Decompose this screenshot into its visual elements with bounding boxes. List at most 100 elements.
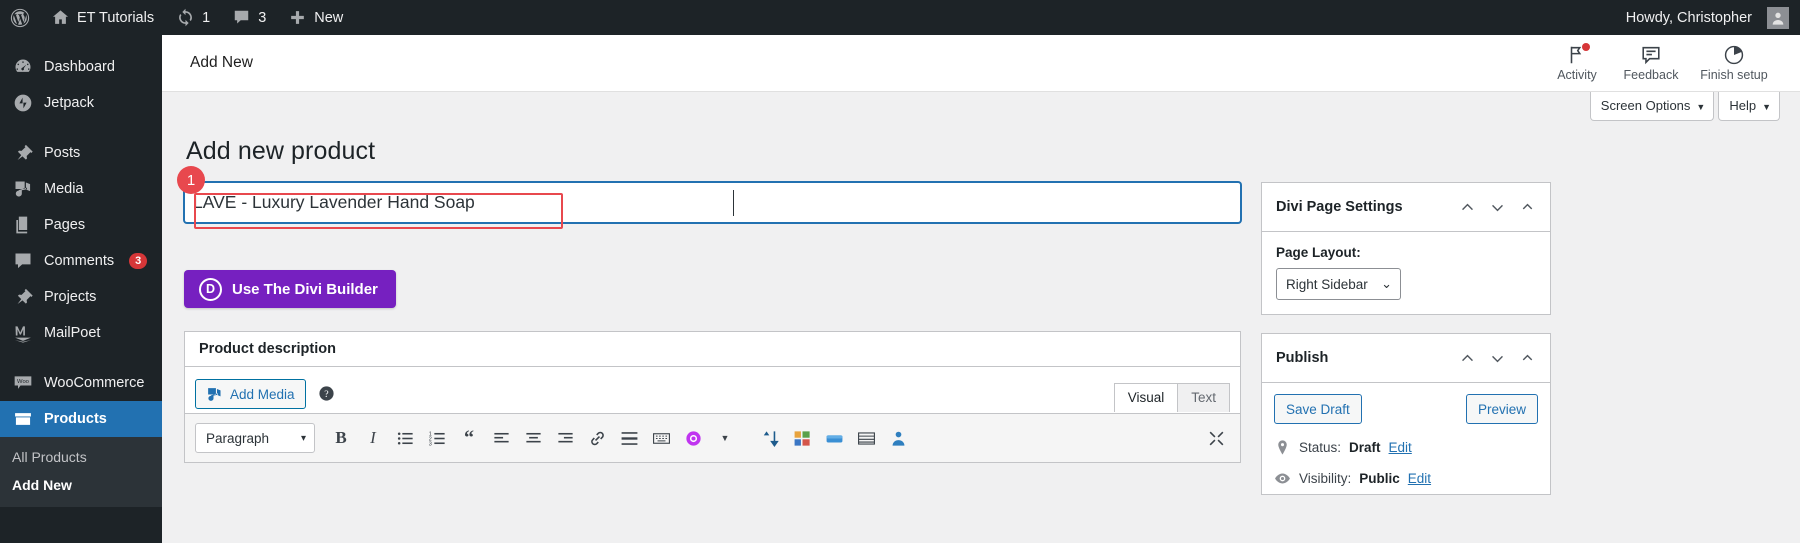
layout-color-icon[interactable] [788, 424, 816, 452]
page-layout-value: Right Sidebar [1286, 276, 1368, 292]
sidebar-item-comments[interactable]: Comments 3 [0, 243, 162, 279]
post-main-column: 1 D Use The Divi Builder Product descrip… [177, 166, 1241, 463]
move-down-button[interactable] [1482, 345, 1512, 371]
comment-bubble-icon [234, 10, 249, 24]
my-account-button[interactable]: Howdy, Christopher [1615, 0, 1800, 35]
page-title: Add new product [186, 137, 376, 165]
updates-button[interactable]: 1 [165, 0, 221, 35]
site-name-button[interactable]: ET Tutorials [40, 0, 165, 35]
finish-setup-button[interactable]: Finish setup [1688, 35, 1780, 92]
sidebar-item-products[interactable]: Products [0, 401, 170, 437]
wp-logo-button[interactable] [0, 0, 40, 35]
sidebar-item-pages[interactable]: Pages [0, 207, 162, 243]
sidebar-item-label: Dashboard [44, 58, 115, 75]
publish-box: Publish Save Draft Preview Status: Draft… [1261, 333, 1551, 495]
publish-header: Publish [1262, 334, 1550, 383]
sidebar-item-label: Comments [44, 252, 115, 269]
publish-visibility-row: Visibility: Public Edit [1262, 463, 1550, 494]
tab-text[interactable]: Text [1177, 383, 1230, 412]
menu-top-gap [0, 35, 162, 49]
preview-button[interactable]: Preview [1465, 394, 1538, 424]
submenu-item-all-products[interactable]: All Products [0, 443, 162, 471]
pages-icon [12, 215, 33, 236]
keyboard-shortcuts-icon[interactable] [647, 424, 675, 452]
sidebar-item-projects[interactable]: Projects [0, 279, 162, 315]
sidebar-item-posts[interactable]: Posts [0, 135, 162, 171]
page-breadcrumb-title: Add New [190, 54, 253, 71]
pin-icon [12, 143, 33, 164]
sidebar-item-media[interactable]: Media [0, 171, 162, 207]
blockquote-icon[interactable]: “ [455, 424, 483, 452]
paragraph-format-select[interactable]: Paragraph ▾ [195, 423, 315, 453]
new-content-button[interactable]: New [277, 0, 354, 35]
site-name-label: ET Tutorials [77, 9, 155, 26]
sidebar-item-label: MailPoet [44, 324, 101, 341]
align-center-icon[interactable] [519, 424, 547, 452]
numbered-list-icon[interactable]: 123 [423, 424, 451, 452]
page-layout-select[interactable]: Right Sidebar ⌄ [1276, 268, 1401, 300]
toggle-panel-button[interactable] [1512, 194, 1542, 220]
add-media-button[interactable]: Add Media [195, 379, 306, 409]
feedback-button[interactable]: Feedback [1614, 35, 1688, 92]
bold-icon[interactable]: B [327, 424, 355, 452]
new-content-label: New [314, 9, 344, 26]
screen-options-tab[interactable]: Screen Options ▼ [1589, 92, 1715, 121]
table-icon[interactable] [852, 424, 880, 452]
menu-divider-gap-1 [0, 121, 162, 135]
chevron-down-icon[interactable]: ▼ [711, 424, 739, 452]
svg-text:Woo: Woo [17, 379, 29, 385]
activity-button[interactable]: Activity [1540, 35, 1614, 92]
product-description-heading: Product description [199, 341, 336, 357]
screen-meta-links: Screen Options ▼ Help ▼ [162, 92, 1800, 130]
move-up-button[interactable] [1452, 345, 1482, 371]
fullscreen-icon[interactable] [1202, 424, 1230, 452]
submenu-item-add-new[interactable]: Add New [0, 471, 162, 499]
save-draft-button[interactable]: Save Draft [1274, 394, 1362, 424]
toggle-panel-button[interactable] [1512, 345, 1542, 371]
bulleted-list-icon[interactable] [391, 424, 419, 452]
person-icon[interactable] [884, 424, 912, 452]
media-icon [12, 179, 33, 200]
tab-visual[interactable]: Visual [1113, 383, 1179, 412]
comments-button[interactable]: 3 [221, 0, 277, 35]
chevron-down-icon: ⌄ [1381, 276, 1392, 291]
align-right-icon[interactable] [551, 424, 579, 452]
sidebar-item-jetpack[interactable]: Jetpack [0, 85, 162, 121]
divi-purple-icon[interactable] [679, 424, 707, 452]
button-icon[interactable] [820, 424, 848, 452]
media-icon [208, 387, 221, 401]
use-divi-builder-button[interactable]: D Use The Divi Builder [184, 270, 396, 308]
mailpoet-m-icon [12, 323, 33, 344]
publish-actions-row: Save Draft Preview [1262, 383, 1550, 432]
sort-icon[interactable] [756, 424, 784, 452]
divi-page-settings-header: Divi Page Settings [1262, 183, 1550, 232]
align-left-icon[interactable] [487, 424, 515, 452]
greeting-label: Howdy, Christopher [1625, 9, 1752, 26]
help-tab[interactable]: Help ▼ [1718, 92, 1780, 121]
edit-visibility-link[interactable]: Edit [1408, 471, 1431, 486]
pin-marker-icon [1278, 440, 1287, 455]
sidebar-item-woocommerce[interactable]: Woo WooCommerce [0, 365, 162, 401]
sidebar-item-label: Projects [44, 288, 97, 305]
italic-icon[interactable]: I [359, 424, 387, 452]
screen-options-label: Screen Options [1600, 98, 1691, 113]
sidebar-item-dashboard[interactable]: Dashboard [0, 49, 162, 85]
move-up-button[interactable] [1452, 194, 1482, 220]
help-question-icon[interactable]: ? [318, 385, 335, 407]
move-down-button[interactable] [1482, 194, 1512, 220]
sidebar-item-mailpoet[interactable]: MailPoet [0, 315, 162, 351]
editor-mode-tabs: Visual Text [1113, 379, 1230, 412]
title-field-wrapper: 1 [177, 166, 1241, 229]
editor-format-toolbar: Paragraph ▾ B I 123 “ ▼ [185, 413, 1240, 462]
status-value: Draft [1349, 440, 1381, 455]
edit-status-link[interactable]: Edit [1389, 440, 1412, 455]
sidebar-item-label: Posts [44, 144, 81, 161]
publish-status-row: Status: Draft Edit [1262, 432, 1550, 463]
link-icon[interactable] [583, 424, 611, 452]
updates-refresh-icon [179, 8, 193, 27]
comments-count-badge: 3 [129, 253, 148, 269]
woocommerce-icon: Woo [12, 373, 33, 394]
read-more-icon[interactable] [615, 424, 643, 452]
product-title-input[interactable] [184, 182, 1241, 223]
help-label: Help [1729, 98, 1757, 113]
